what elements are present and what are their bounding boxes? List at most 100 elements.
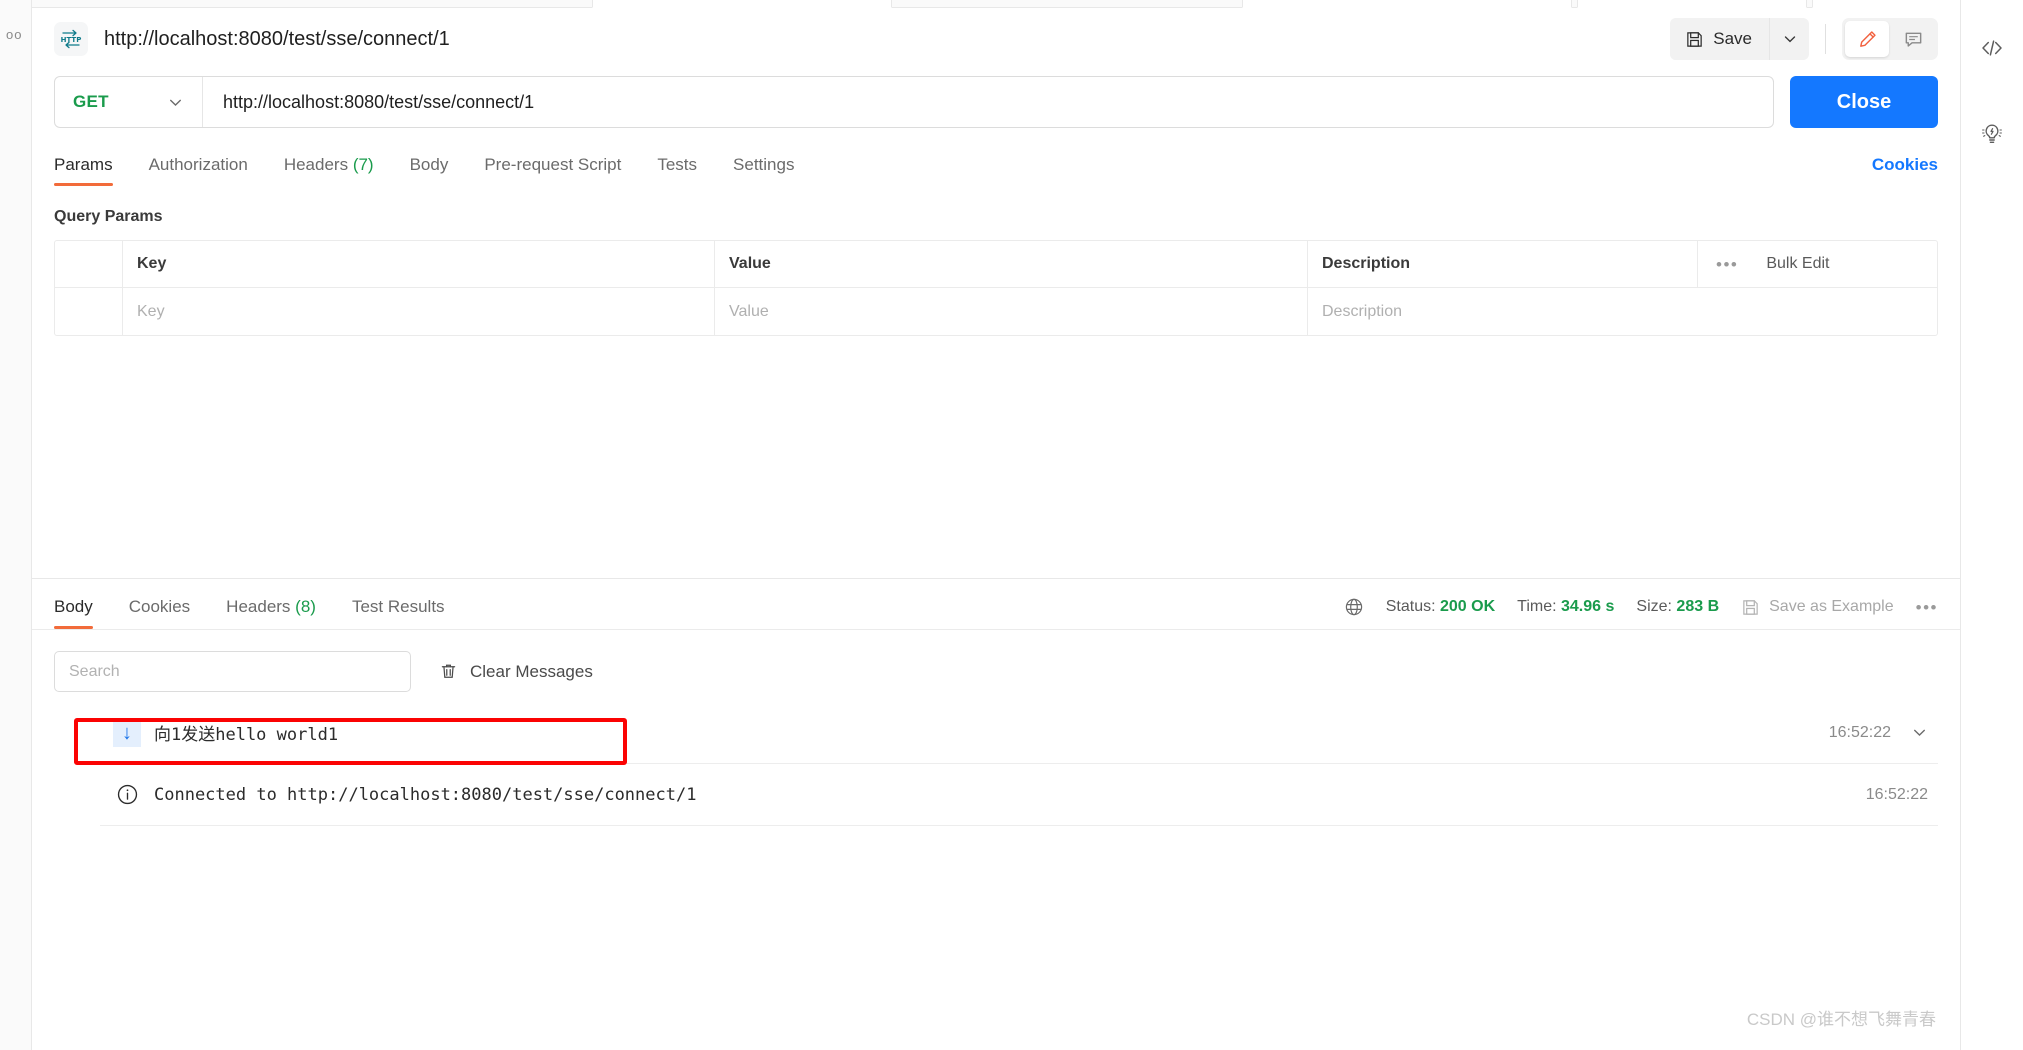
info-circle-icon (115, 782, 140, 807)
time-readout: Time: 34.96 s (1517, 598, 1614, 616)
column-header-value: Value (715, 241, 1308, 287)
http-protocol-icon: HTTP (54, 22, 88, 56)
chevron-down-icon (1782, 31, 1798, 47)
tab-params[interactable]: Params (54, 155, 131, 186)
tab-label: Body (54, 597, 93, 616)
cookies-link[interactable]: Cookies (1872, 155, 1938, 186)
svg-text:HTTP: HTTP (61, 36, 82, 44)
url-row: GET Close (32, 76, 1960, 128)
close-button[interactable]: Close (1790, 76, 1938, 128)
url-bar: GET (54, 76, 1774, 128)
table-header-row: Key Value Description ••• Bulk Edit (55, 241, 1937, 288)
url-input[interactable] (203, 91, 1773, 113)
table-row: Key Value Description (55, 288, 1937, 335)
tab-label: Params (54, 155, 113, 174)
clear-messages-button[interactable]: Clear Messages (439, 662, 593, 682)
query-params-table: Key Value Description ••• Bulk Edit Key … (54, 240, 1938, 336)
save-button[interactable]: Save (1670, 18, 1769, 60)
query-params-title: Query Params (54, 208, 163, 225)
postman-request-window: oo HTTP http://localhost:8080/test/sse/c… (0, 0, 2023, 1050)
save-dropdown-button[interactable] (1769, 18, 1809, 60)
response-tab-test-results[interactable]: Test Results (334, 597, 463, 629)
tab-headers[interactable]: Headers (7) (266, 155, 392, 186)
response-meta: Status: 200 OK Time: 34.96 s Size: 283 B (1344, 597, 1938, 629)
message-direction (100, 782, 154, 807)
status-readout: Status: 200 OK (1386, 598, 1495, 616)
tab-count: (8) (295, 597, 316, 616)
chevron-down-icon (167, 94, 184, 111)
method-label: GET (73, 92, 109, 111)
response-tab-cookies[interactable]: Cookies (111, 597, 208, 629)
toolbar-divider (1825, 24, 1826, 54)
tab-segment[interactable] (1577, 0, 1807, 8)
save-button-label: Save (1713, 29, 1752, 48)
left-rail: oo (0, 0, 32, 1050)
time-label: Time: (1517, 598, 1557, 615)
response-tab-headers[interactable]: Headers (8) (208, 597, 334, 629)
save-as-example-label: Save as Example (1769, 598, 1894, 615)
clear-messages-label: Clear Messages (470, 661, 593, 681)
cell-value[interactable]: Value (715, 288, 1308, 335)
message-text: Connected to http://localhost:8080/test/… (154, 784, 697, 805)
pencil-icon (1857, 29, 1878, 50)
search-input[interactable] (54, 651, 411, 692)
message-time-group: 16:52:22 (1829, 724, 1938, 742)
lightbulb-icon[interactable] (1972, 114, 2012, 154)
tab-label: Headers (283, 155, 349, 174)
tab-label: Authorization (148, 155, 248, 174)
floppy-disk-icon (1685, 30, 1704, 49)
edit-mode-button[interactable] (1845, 21, 1889, 57)
request-pane: HTTP http://localhost:8080/test/sse/conn… (32, 0, 1961, 1050)
request-title: http://localhost:8080/test/sse/connect/1 (104, 27, 450, 50)
tab-label: Pre-request Script (484, 155, 622, 174)
status-label: Status: (1385, 598, 1436, 615)
tab-authorization[interactable]: Authorization (131, 155, 266, 186)
message-time-group: 16:52:22 (1866, 786, 1938, 804)
floppy-disk-icon (1741, 598, 1760, 617)
comment-button[interactable] (1891, 21, 1935, 57)
save-button-group: Save (1670, 18, 1809, 60)
cell-description[interactable]: Description (1308, 288, 1937, 335)
message-timestamp: 16:52:22 (1865, 785, 1928, 803)
tab-segment[interactable] (1812, 0, 1960, 8)
chevron-down-icon[interactable] (1911, 724, 1928, 741)
tab-segment[interactable] (1242, 0, 1572, 8)
method-select[interactable]: GET (55, 77, 203, 127)
size-label: Size: (1636, 598, 1672, 615)
cell-key[interactable]: Key (123, 288, 715, 335)
tab-strip (32, 0, 1960, 8)
tab-body[interactable]: Body (392, 155, 467, 186)
tab-label: Settings (733, 155, 795, 174)
tab-pre-request-script[interactable]: Pre-request Script (466, 155, 639, 186)
save-as-example-button[interactable]: Save as Example (1741, 598, 1894, 617)
column-header-description: Description (1322, 255, 1411, 272)
response-pane: Body Cookies Headers (8) Test Results St… (32, 579, 1960, 1050)
tab-label: Body (409, 155, 449, 174)
trash-icon (439, 662, 458, 681)
tab-settings[interactable]: Settings (715, 155, 812, 186)
status-value: 200 OK (1440, 598, 1496, 615)
globe-icon (1344, 597, 1364, 617)
row-checkbox-cell (55, 241, 123, 287)
column-header-key: Key (123, 241, 715, 287)
list-item[interactable]: ↓ 向1发送hello world1 16:52:22 (100, 702, 1938, 764)
bulk-edit-button[interactable]: Bulk Edit (1766, 255, 1829, 273)
list-item[interactable]: Connected to http://localhost:8080/test/… (100, 764, 1938, 826)
tab-segment[interactable] (592, 0, 892, 8)
size-value: 283 B (1676, 598, 1720, 615)
code-icon[interactable] (1972, 28, 2012, 68)
row-checkbox-cell[interactable] (55, 288, 123, 335)
ellipsis-icon[interactable]: ••• (1916, 599, 1938, 616)
tab-label: Test Results (351, 597, 445, 616)
tab-label: Headers (226, 597, 291, 616)
tab-label: Tests (657, 155, 698, 174)
response-tab-body[interactable]: Body (54, 597, 111, 629)
tab-tests[interactable]: Tests (639, 155, 715, 186)
tab-count: (7) (352, 155, 374, 174)
request-tabs: Params Authorization Headers (7) Body Pr… (32, 146, 1960, 186)
ellipsis-icon[interactable]: ••• (1716, 256, 1738, 273)
tab-label: Cookies (128, 597, 191, 616)
rail-dots-icon[interactable]: oo (6, 28, 22, 41)
watermark: CSDN @谁不想飞舞青春 (1746, 1010, 1936, 1029)
table-actions: ••• Bulk Edit (1697, 241, 1937, 287)
